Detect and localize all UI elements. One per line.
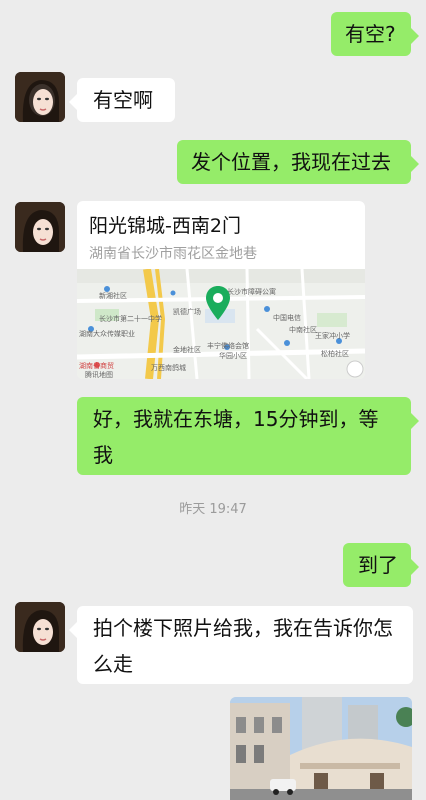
avatar-image	[15, 72, 65, 122]
map-label: 腾讯地图	[85, 371, 113, 379]
message-text: 到了	[358, 553, 398, 577]
map-label: 长沙市第二十一中学	[99, 315, 162, 323]
avatar-image	[15, 602, 65, 652]
message-text: 好，我就在东塘，15分钟到，等我	[93, 407, 379, 467]
map-label: 松柏社区	[321, 350, 349, 358]
map-pin-icon	[206, 286, 230, 320]
message-text: 有空啊	[93, 88, 153, 112]
map-label: 长沙市障碍公寓	[227, 288, 276, 296]
map-label: 湖南大众传媒职业	[79, 330, 135, 338]
map-label: 金地社区	[173, 346, 201, 354]
map-label: 华园小区	[219, 352, 247, 360]
timestamp: 昨天 19:47	[179, 502, 247, 517]
message-text: 有空?	[345, 22, 396, 46]
location-address: 湖南省长沙市雨花区金地巷	[89, 246, 257, 262]
message-text: 拍个楼下照片给我，我在告诉你怎么走	[93, 616, 393, 676]
building-photo	[230, 697, 412, 800]
avatar[interactable]	[15, 202, 65, 252]
map-label: 凯德广场	[173, 308, 201, 316]
avatar[interactable]	[15, 602, 65, 652]
location-title: 阳光锦城-西南2门	[89, 215, 241, 237]
message-bubble-outgoing[interactable]: 到了	[343, 543, 419, 587]
avatar-image	[15, 202, 65, 252]
map-label: 中国电信	[273, 314, 301, 322]
map-label: 新湘社区	[99, 292, 127, 300]
avatar[interactable]	[15, 72, 65, 122]
photo-message[interactable]	[230, 697, 412, 800]
map-label: 丰宁佛络会馆	[207, 342, 249, 350]
message-bubble-incoming[interactable]: 有空啊	[69, 78, 175, 122]
message-text: 发个位置，我现在过去	[191, 150, 391, 174]
map-label: 中南社区	[289, 326, 317, 334]
map-label: 万西南鸽城	[151, 364, 186, 372]
location-card[interactable]: 阳光锦城-西南2门 湖南省长沙市雨花区金地巷 新湘社区 长沙市第二十一中学 湖南…	[77, 201, 365, 379]
message-bubble-outgoing[interactable]: 有空?	[331, 12, 419, 56]
location-map[interactable]: 新湘社区 长沙市第二十一中学 湖南大众传媒职业 凯德广场 长沙市障碍公寓 中国电…	[77, 269, 365, 379]
map-label: 王家冲小学	[315, 332, 350, 340]
message-bubble-outgoing[interactable]: 好，我就在东塘，15分钟到，等我	[77, 397, 419, 475]
message-bubble-outgoing[interactable]: 发个位置，我现在过去	[177, 140, 419, 184]
message-bubble-incoming[interactable]: 拍个楼下照片给我，我在告诉你怎么走	[69, 606, 413, 684]
